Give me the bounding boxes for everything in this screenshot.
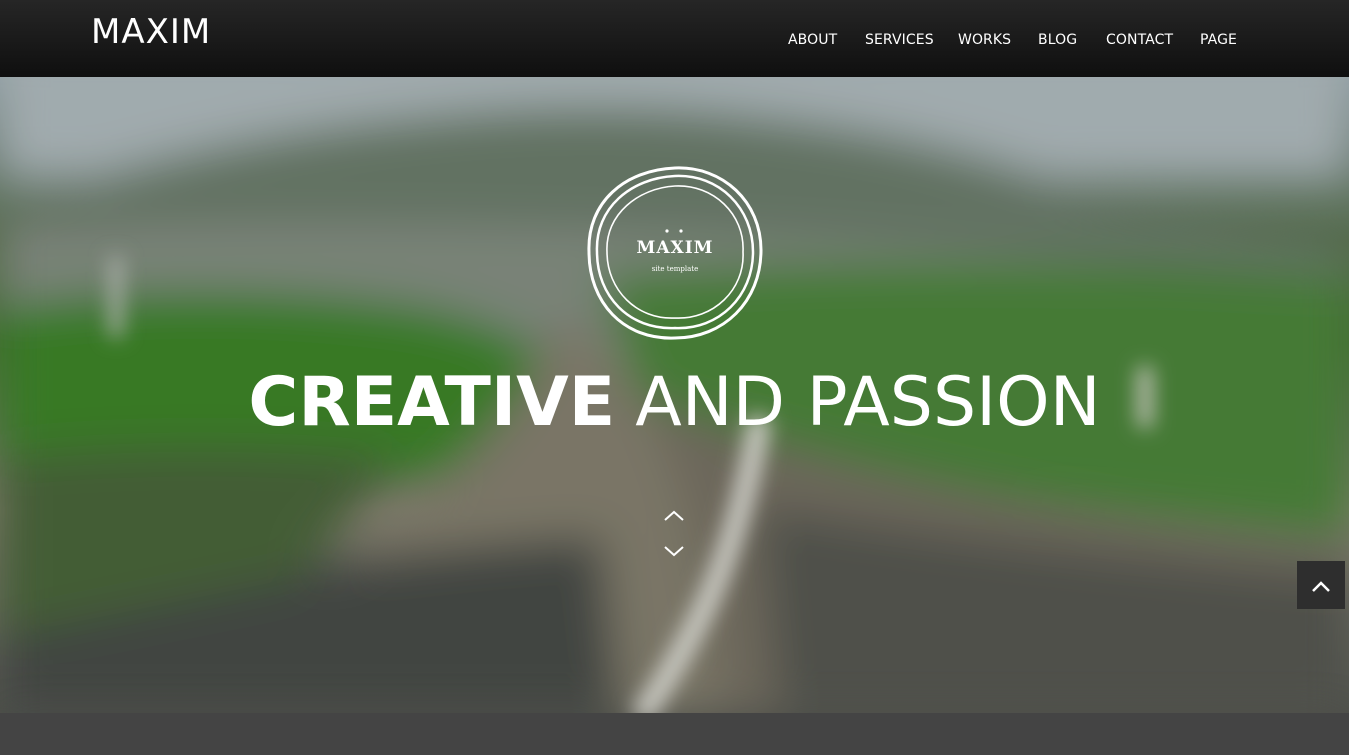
- headline-light: AND PASSION: [635, 363, 1101, 442]
- top-navbar: MAXIM ABOUT SERVICES WORKS BLOG CONTACT …: [0, 0, 1349, 77]
- chevron-up-icon: [1312, 581, 1330, 592]
- main-menu: ABOUT SERVICES WORKS BLOG CONTACT PAGE: [0, 32, 1349, 52]
- nav-services[interactable]: SERVICES: [865, 32, 934, 48]
- chevron-up-icon: [664, 510, 684, 521]
- hero-headline: CREATIVE AND PASSION: [0, 363, 1349, 442]
- chevron-down-icon: [664, 546, 684, 557]
- scroll-up-button[interactable]: [662, 507, 686, 523]
- emblem-title: MAXIM: [636, 238, 714, 258]
- headline-bold: CREATIVE: [248, 363, 616, 442]
- footer-strip: [0, 713, 1349, 755]
- nav-contact[interactable]: CONTACT: [1106, 32, 1173, 48]
- site-emblem: MAXIM site template: [583, 162, 767, 342]
- hero-section: MAXIM site template CREATIVE AND PASSION: [0, 77, 1349, 713]
- nav-blog[interactable]: BLOG: [1038, 32, 1077, 48]
- scroll-down-button[interactable]: [662, 543, 686, 559]
- back-to-top-button[interactable]: [1297, 561, 1345, 609]
- nav-about[interactable]: ABOUT: [788, 32, 837, 48]
- nav-page[interactable]: PAGE: [1200, 32, 1237, 48]
- nav-works[interactable]: WORKS: [958, 32, 1011, 48]
- emblem-subtitle: site template: [651, 265, 699, 273]
